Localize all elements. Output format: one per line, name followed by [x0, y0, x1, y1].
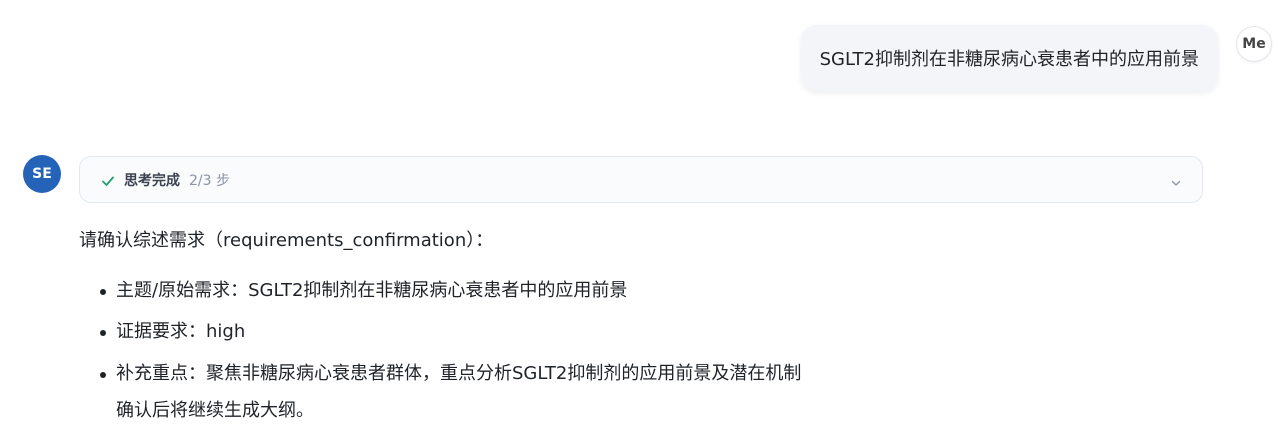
thinking-title: 思考完成: [124, 172, 180, 189]
user-message-bubble: SGLT2抑制剂在非糖尿病心衰患者中的应用前景: [800, 25, 1218, 91]
user-message-text: SGLT2抑制剂在非糖尿病心衰患者中的应用前景: [819, 49, 1199, 70]
list-item: 证据要求：high: [79, 318, 1199, 346]
list-item: 补充重点：聚焦非糖尿病心衰患者群体，重点分析SGLT2抑制剂的应用前景及潜在机制: [79, 360, 1199, 388]
assistant-avatar: SE: [23, 155, 61, 193]
check-icon: [101, 173, 115, 187]
user-avatar-label: Me: [1242, 36, 1266, 52]
thinking-steps: 2/3 步: [189, 172, 230, 189]
chat-page: SGLT2抑制剂在非糖尿病心衰患者中的应用前景 Me SE 思考完成 2/3 步…: [0, 0, 1280, 434]
answer-footer: 确认后将继续生成大纲。: [116, 400, 314, 421]
thinking-status-panel[interactable]: 思考完成 2/3 步: [79, 156, 1203, 203]
assistant-avatar-label: SE: [32, 166, 52, 182]
requirements-list: 主题/原始需求：SGLT2抑制剂在非糖尿病心衰患者中的应用前景 证据要求：hig…: [79, 277, 1199, 388]
assistant-answer: 请确认综述需求（requirements_confirmation）： 主题/原…: [79, 226, 1199, 425]
answer-intro: 请确认综述需求（requirements_confirmation）：: [79, 230, 494, 251]
user-avatar[interactable]: Me: [1236, 26, 1272, 62]
chevron-down-icon[interactable]: [1170, 174, 1182, 186]
list-item: 主题/原始需求：SGLT2抑制剂在非糖尿病心衰患者中的应用前景: [79, 277, 1199, 305]
